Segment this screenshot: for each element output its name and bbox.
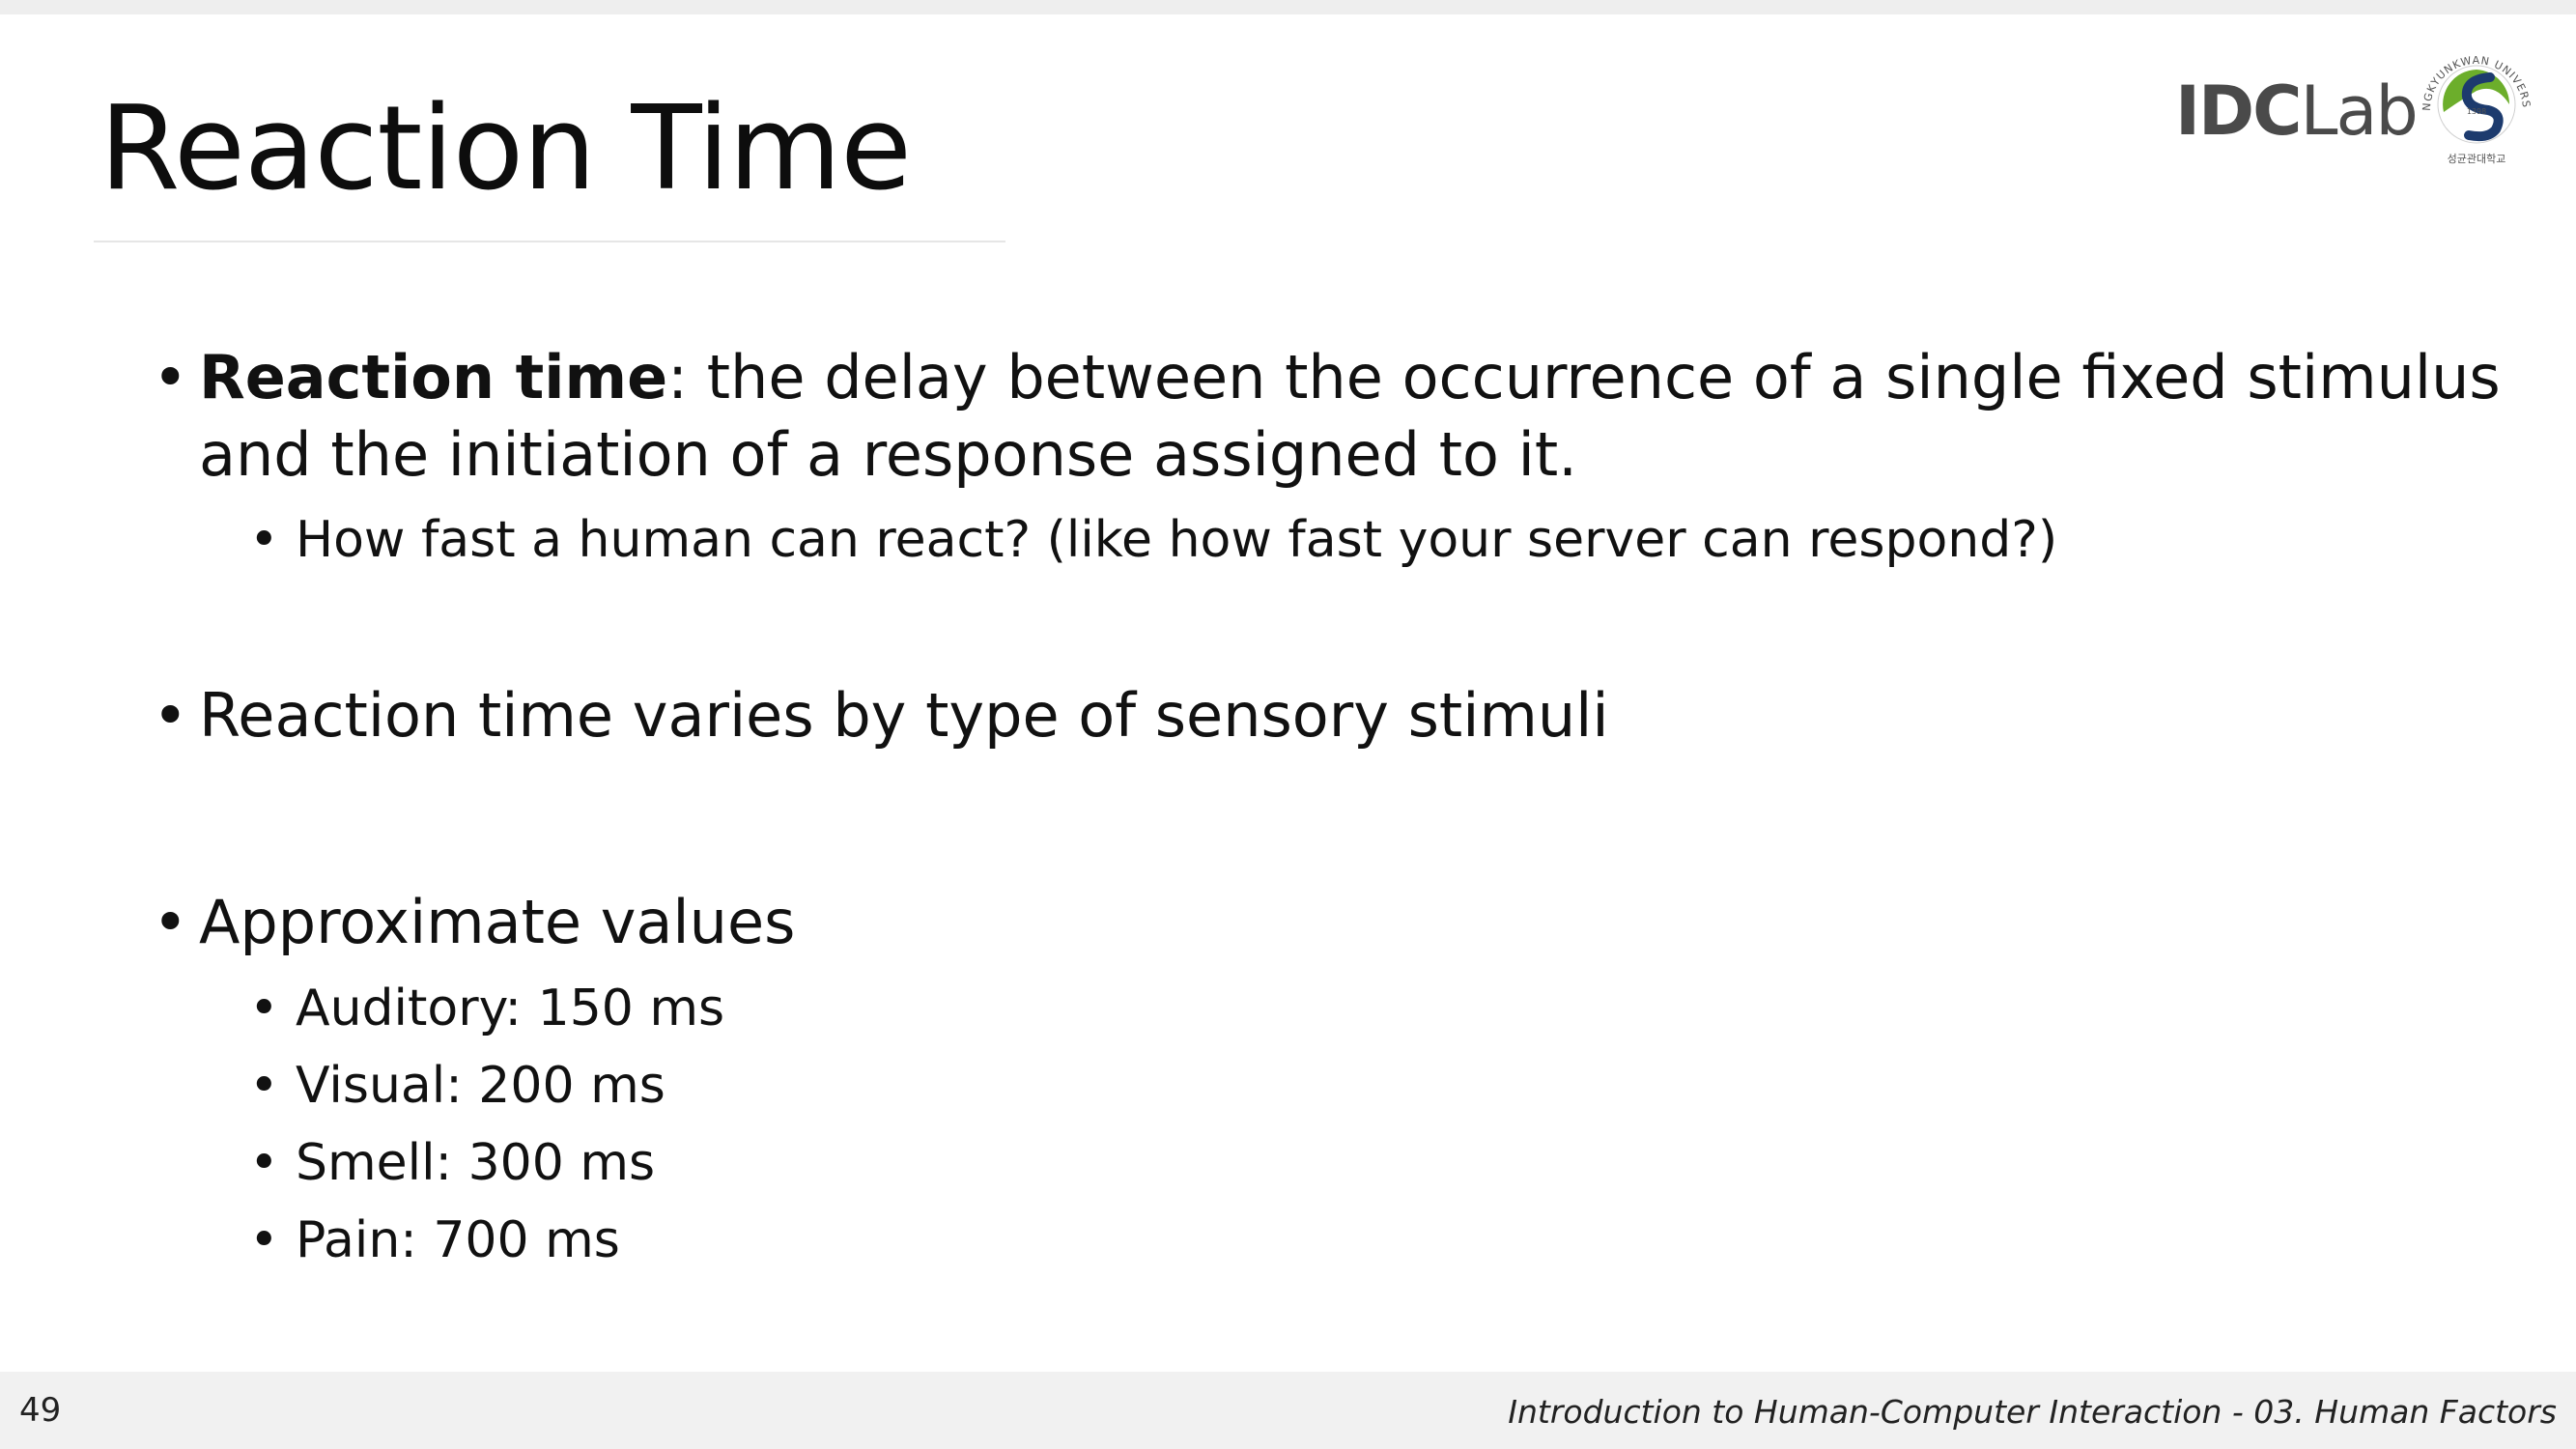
bullet-dot: •: [249, 1211, 279, 1269]
bullet-reaction-time-definition: • Reaction time: the delay between the oc…: [153, 339, 2501, 416]
value-text: Visual: 200 ms: [296, 1057, 665, 1115]
value-text: Smell: 300 ms: [296, 1134, 656, 1192]
definition-line1: : the delay between the occurrence of a …: [667, 342, 2501, 412]
course-title: Introduction to Human-Computer Interacti…: [1508, 1393, 2557, 1431]
value-item-auditory: • Auditory: 150 ms: [249, 970, 725, 1047]
value-item-visual: • Visual: 200 ms: [249, 1047, 665, 1124]
page-number: 49: [19, 1391, 62, 1430]
value-text: Auditory: 150 ms: [296, 980, 725, 1037]
bullet-text: Reaction time varies by type of sensory …: [199, 680, 1609, 751]
logo-part-lab: Lab: [2300, 71, 2419, 151]
sub-bullet-how-fast: • How fast a human can react? (like how f…: [249, 501, 2058, 579]
bullet-dot: •: [249, 980, 279, 1037]
idclab-logo: IDCLab: [2175, 68, 2419, 155]
definition-line2: and the initiation of a response assigne…: [199, 419, 1577, 490]
bullet-dot: •: [249, 511, 279, 569]
value-item-smell: • Smell: 300 ms: [249, 1124, 656, 1202]
title-divider: [94, 241, 1005, 242]
bullet-dot: •: [153, 342, 188, 412]
bullet-text: Approximate values: [199, 887, 796, 957]
seal-year: 1398: [2467, 107, 2486, 116]
bullet-dot: •: [249, 1057, 279, 1115]
bullet-dot: •: [249, 1134, 279, 1192]
bullet-varies-by-stimuli: • Reaction time varies by type of sensory…: [153, 677, 1609, 754]
value-item-pain: • Pain: 700 ms: [249, 1202, 620, 1279]
slide-title: Reaction Time: [99, 82, 912, 216]
top-strip: [0, 0, 2576, 14]
seal-korean-name: 성균관대학교: [2448, 153, 2506, 165]
university-seal-icon: 1398 SUNGKYUNKWAN UNIVERSITY 성균관대학교: [2409, 35, 2532, 165]
value-text: Pain: 700 ms: [296, 1211, 620, 1269]
term-reaction-time: Reaction time: [199, 342, 668, 412]
sub-bullet-text: How fast a human can react? (like how fa…: [296, 511, 2058, 569]
bullet-dot: •: [153, 887, 188, 957]
logo-part-idc: IDC: [2175, 71, 2303, 151]
bullet-approximate-values: • Approximate values: [153, 884, 796, 961]
bullet-dot: •: [153, 680, 188, 751]
